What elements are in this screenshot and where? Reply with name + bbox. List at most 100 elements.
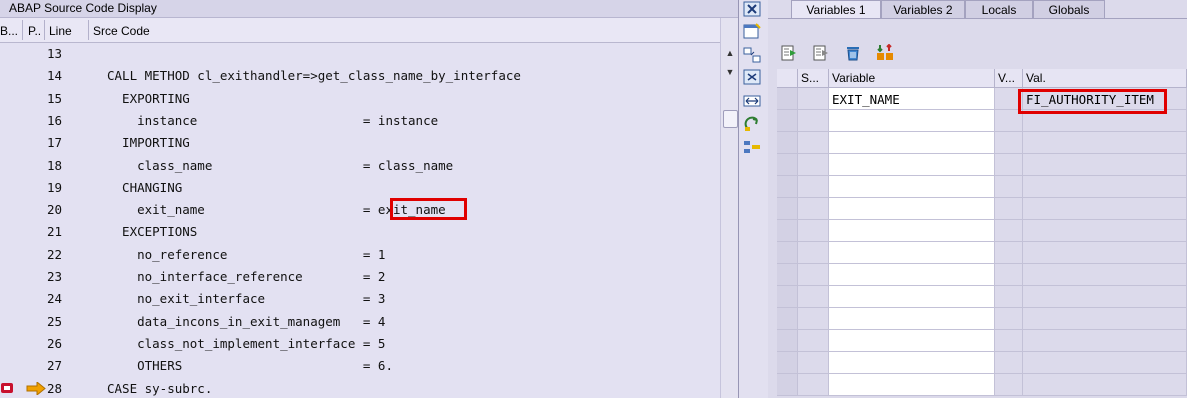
variable-row[interactable]	[777, 132, 1187, 154]
code-row-current[interactable]: 28 CASE sy-subrc.	[0, 378, 720, 398]
variable-row[interactable]	[777, 242, 1187, 264]
cell-s[interactable]	[798, 220, 829, 242]
code-row[interactable]: 23 no_interface_reference = 2	[0, 266, 720, 288]
insert-row-icon[interactable]	[780, 44, 798, 62]
code-row[interactable]: 17 IMPORTING	[0, 132, 720, 154]
col-s[interactable]: S...	[798, 69, 829, 88]
code-row[interactable]: 14 CALL METHOD cl_exithandler=>get_class…	[0, 65, 720, 87]
variable-row[interactable]	[777, 352, 1187, 374]
row-selector[interactable]	[777, 264, 798, 286]
cell-s[interactable]	[798, 352, 829, 374]
code-row[interactable]: 19 CHANGING	[0, 177, 720, 199]
col-p[interactable]: P..	[28, 24, 41, 38]
variable-row[interactable]	[777, 176, 1187, 198]
variable-row[interactable]	[777, 220, 1187, 242]
variable-input[interactable]	[829, 176, 995, 198]
cell-v[interactable]	[995, 154, 1023, 176]
variable-input[interactable]	[829, 198, 995, 220]
col-value[interactable]: Val.	[1023, 69, 1187, 88]
cell-s[interactable]	[798, 176, 829, 198]
cell-v[interactable]	[995, 308, 1023, 330]
row-selector[interactable]	[777, 88, 798, 110]
cell-v[interactable]	[995, 264, 1023, 286]
variable-input[interactable]	[829, 132, 995, 154]
col-source-code[interactable]: Srce Code	[93, 24, 150, 38]
row-selector[interactable]	[777, 352, 798, 374]
full-screen-icon[interactable]	[742, 46, 762, 64]
col-line[interactable]: Line	[49, 24, 72, 38]
breakpoint-stop-icon[interactable]	[0, 381, 16, 398]
scroll-down-icon[interactable]: ▼	[724, 66, 736, 78]
value-cell[interactable]	[1023, 220, 1187, 242]
cell-s[interactable]	[798, 308, 829, 330]
cell-s[interactable]	[798, 242, 829, 264]
cell-s[interactable]	[798, 88, 829, 110]
delete-icon[interactable]	[844, 44, 862, 62]
col-breakpoint[interactable]: B...	[0, 24, 18, 38]
row-selector[interactable]	[777, 220, 798, 242]
variable-input[interactable]	[829, 308, 995, 330]
variable-input[interactable]	[829, 220, 995, 242]
code-row[interactable]: 27 OTHERS = 6.	[0, 355, 720, 377]
maximize-icon[interactable]	[742, 68, 762, 86]
variable-input[interactable]	[829, 110, 995, 132]
cell-s[interactable]	[798, 264, 829, 286]
cell-v[interactable]	[995, 330, 1023, 352]
row-selector[interactable]	[777, 242, 798, 264]
cell-v[interactable]	[995, 220, 1023, 242]
cell-v[interactable]	[995, 176, 1023, 198]
row-selector[interactable]	[777, 176, 798, 198]
value-cell[interactable]	[1023, 352, 1187, 374]
row-selector[interactable]	[777, 154, 798, 176]
scroll-thumb[interactable]	[723, 110, 738, 128]
variable-row[interactable]	[777, 264, 1187, 286]
layout-icon[interactable]	[742, 138, 762, 156]
row-selector[interactable]	[777, 374, 798, 396]
row-selector[interactable]	[777, 132, 798, 154]
swap-icon[interactable]	[742, 115, 762, 133]
value-cell[interactable]	[1023, 176, 1187, 198]
cell-v[interactable]	[995, 352, 1023, 374]
cell-v[interactable]	[995, 198, 1023, 220]
row-selector[interactable]	[777, 198, 798, 220]
value-cell[interactable]	[1023, 198, 1187, 220]
tab-globals[interactable]: Globals	[1033, 0, 1105, 18]
tab-variables-1[interactable]: Variables 1	[791, 0, 881, 19]
variable-row[interactable]	[777, 198, 1187, 220]
row-selector[interactable]	[777, 110, 798, 132]
col-v[interactable]: V...	[995, 69, 1023, 88]
code-row[interactable]: 25 data_incons_in_exit_managem = 4	[0, 311, 720, 333]
code-row[interactable]: 24 no_exit_interface = 3	[0, 288, 720, 310]
scroll-up-icon[interactable]: ▲	[724, 47, 736, 59]
variable-row[interactable]	[777, 286, 1187, 308]
copy-row-icon[interactable]	[812, 44, 830, 62]
col-variable[interactable]: Variable	[829, 69, 995, 88]
cell-s[interactable]	[798, 330, 829, 352]
cell-v[interactable]	[995, 242, 1023, 264]
close-icon[interactable]	[742, 0, 762, 18]
variable-row[interactable]	[777, 308, 1187, 330]
variable-input[interactable]	[829, 154, 995, 176]
tab-locals[interactable]: Locals	[965, 0, 1033, 18]
value-cell[interactable]	[1023, 132, 1187, 154]
row-selector[interactable]	[777, 308, 798, 330]
value-cell[interactable]	[1023, 242, 1187, 264]
sort-icon[interactable]	[876, 43, 894, 62]
row-selector[interactable]	[777, 330, 798, 352]
cell-s[interactable]	[798, 374, 829, 396]
variable-input[interactable]	[829, 264, 995, 286]
value-cell[interactable]	[1023, 264, 1187, 286]
variable-row[interactable]	[777, 374, 1187, 396]
variable-input[interactable]	[829, 330, 995, 352]
cell-s[interactable]	[798, 110, 829, 132]
variable-row[interactable]	[777, 154, 1187, 176]
code-lines[interactable]: 13 14 CALL METHOD cl_exithandler=>get_cl…	[0, 43, 720, 398]
code-row[interactable]: 20 exit_name = exit_name	[0, 198, 720, 221]
code-row[interactable]: 26 class_not_implement_interface = 5	[0, 333, 720, 355]
code-row[interactable]: 18 class_name = class_name	[0, 155, 720, 177]
source-scrollbar[interactable]: ▲ ▼	[720, 18, 738, 398]
value-cell[interactable]	[1023, 330, 1187, 352]
value-cell[interactable]	[1023, 308, 1187, 330]
code-row[interactable]: 22 no_reference = 1	[0, 244, 720, 266]
code-row[interactable]: 13	[0, 43, 720, 65]
